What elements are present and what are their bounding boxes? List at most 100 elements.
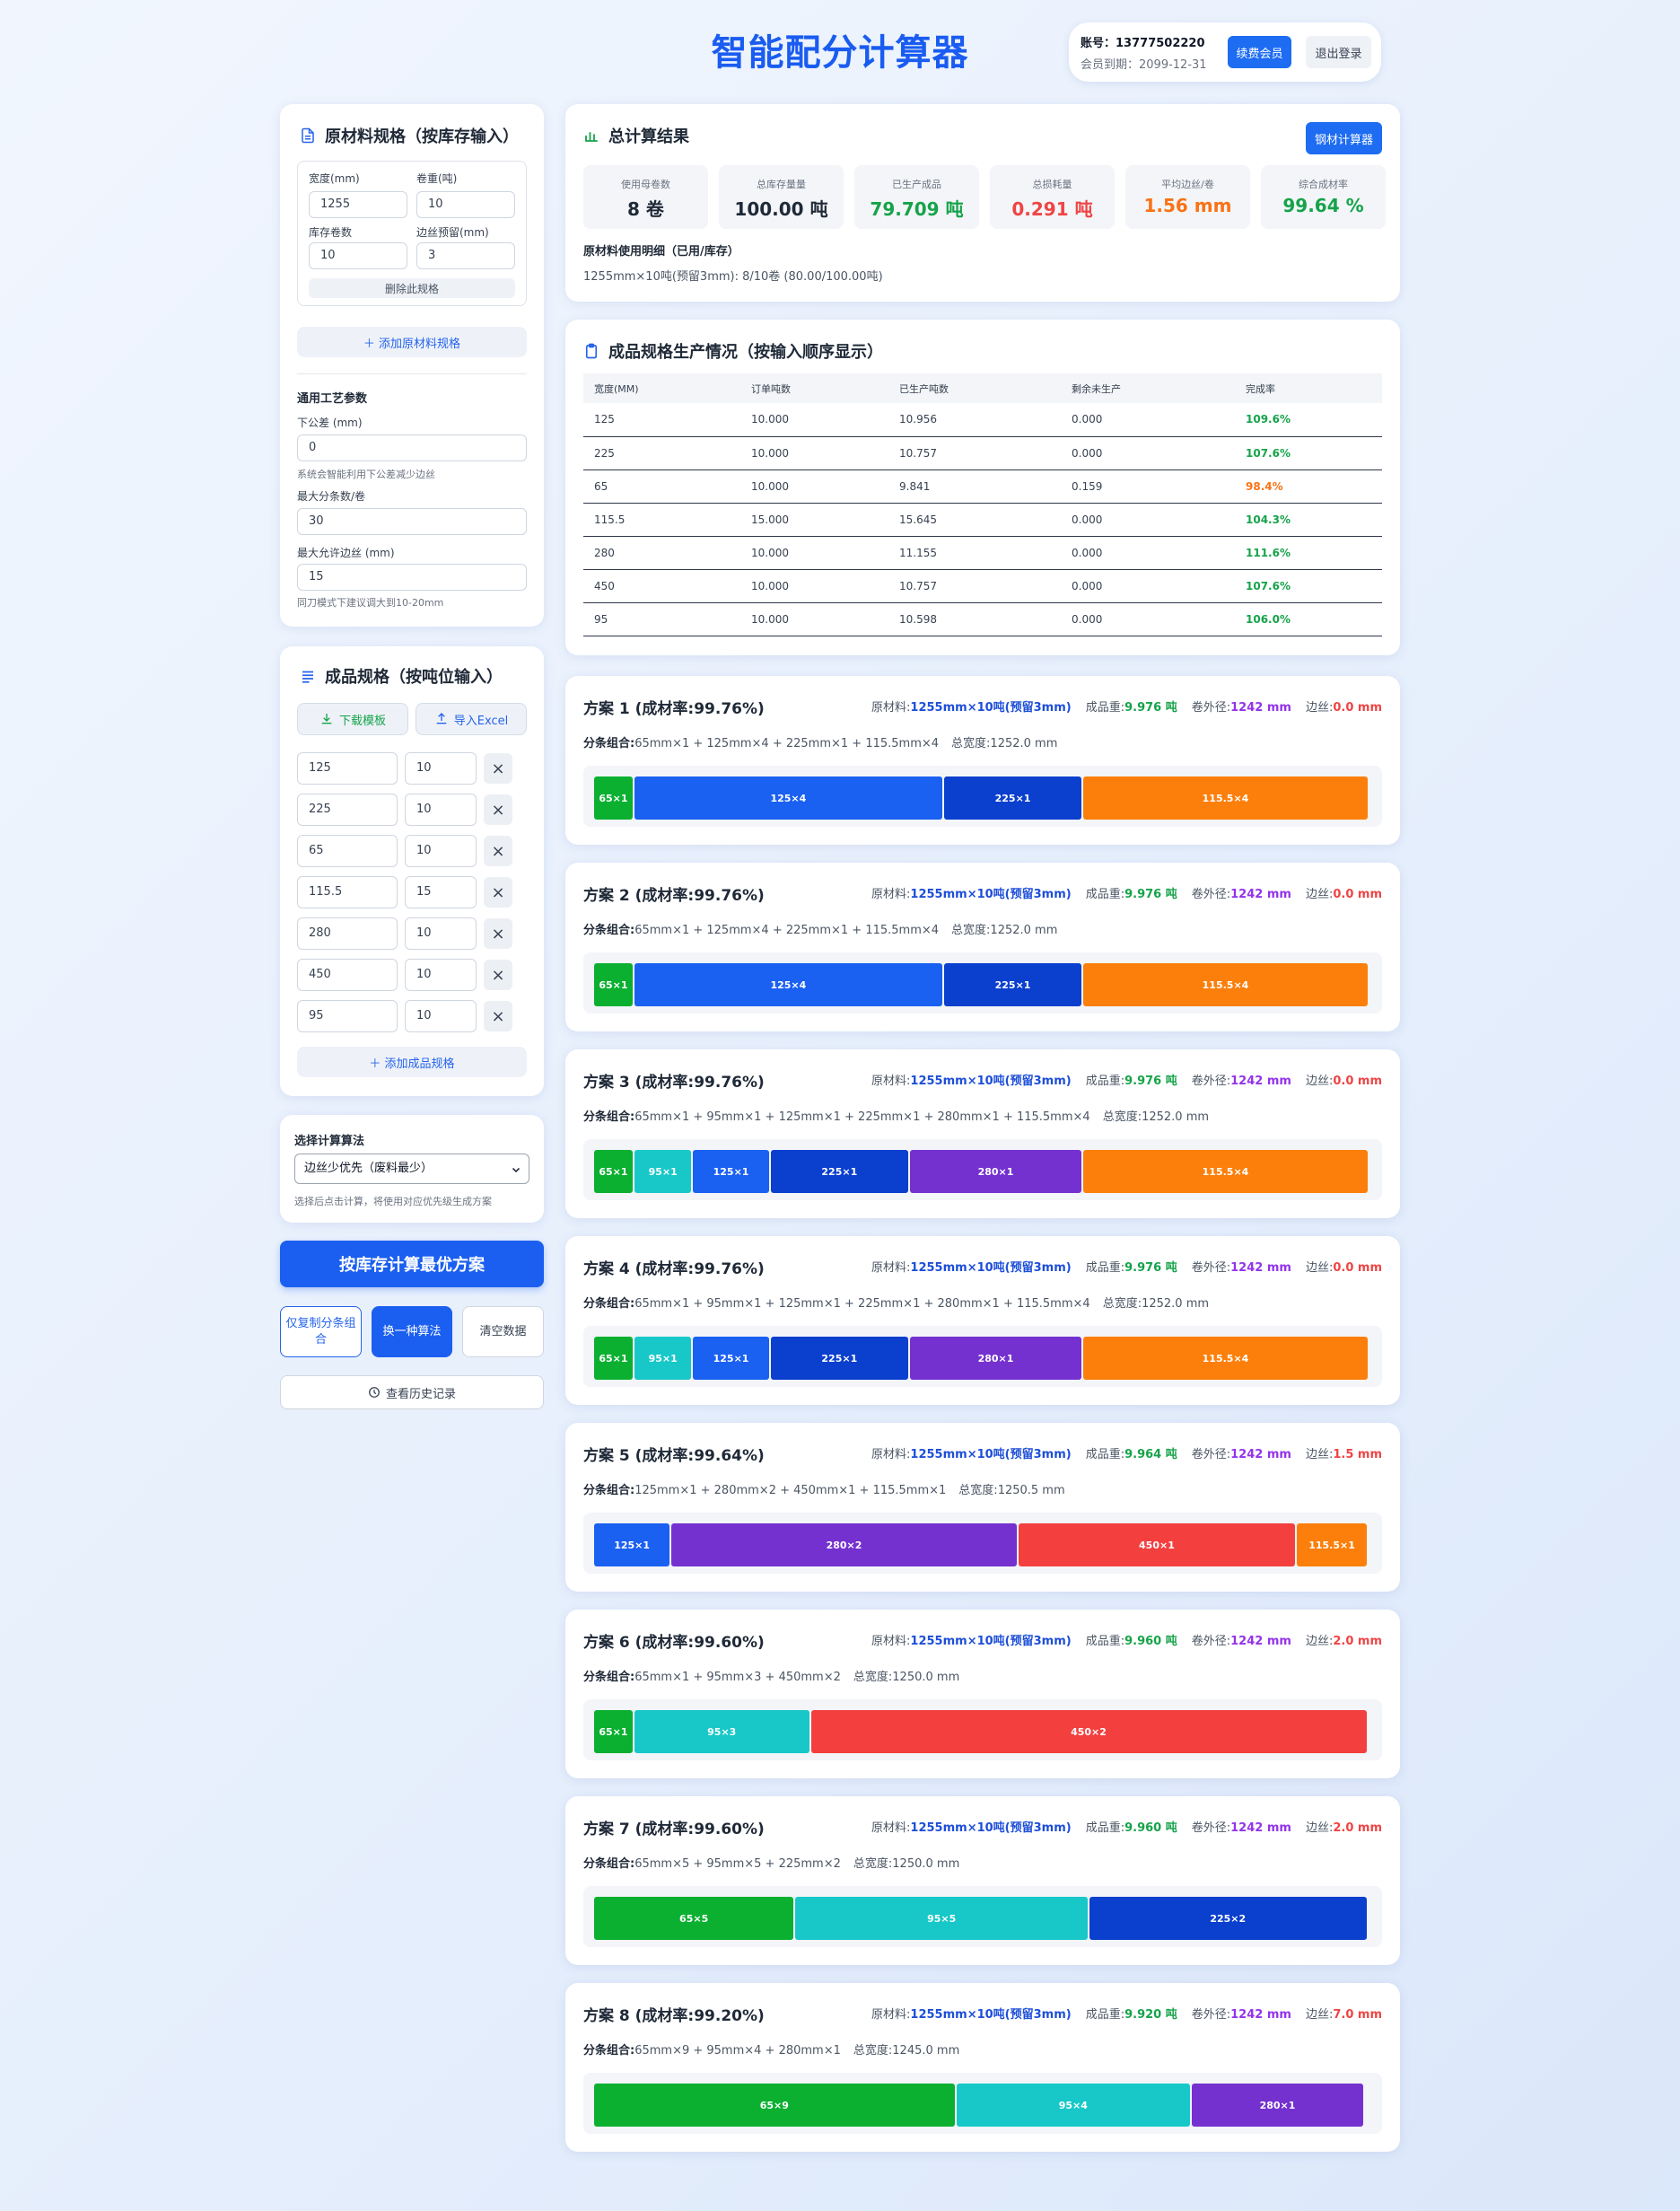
- plan-title: 方案 7 (成材率:99.60%): [583, 1821, 765, 1838]
- raw-stock-input[interactable]: 10: [309, 242, 407, 269]
- history-button[interactable]: 查看历史记录: [280, 1375, 544, 1409]
- plan-combo-value: 65mm×1 + 125mm×4 + 225mm×1 + 115.5mm×4: [634, 924, 940, 937]
- raw-margin-input[interactable]: 3: [416, 242, 515, 269]
- clear-data-button[interactable]: 清空数据: [462, 1306, 544, 1357]
- product-tonnage-input[interactable]: 10: [405, 752, 477, 785]
- steel-calculator-button[interactable]: 钢材计算器: [1306, 122, 1382, 154]
- product-width-input[interactable]: 225: [297, 794, 398, 826]
- plan-total-label: 总宽度:: [1102, 1297, 1142, 1311]
- delete-spec-button[interactable]: 删除此规格: [309, 278, 515, 298]
- stat-label: 总库存量量: [757, 179, 806, 190]
- account-info: 账号：13777502220: [1081, 33, 1205, 50]
- product-tonnage-input[interactable]: 10: [405, 959, 477, 991]
- remove-product-button[interactable]: ×: [484, 960, 512, 990]
- algorithm-select[interactable]: 边丝少优先（废料最少）: [294, 1154, 529, 1184]
- table-row: 125 10.000 10.956 0.000 109.6%: [583, 403, 1382, 437]
- plan-meta: 原材料:1255mm×10吨(预留3mm) 成品重:9.960 吨卷外径:1242…: [871, 1818, 1382, 1835]
- product-width-input[interactable]: 95: [297, 1000, 398, 1032]
- plan-segment: 280×1: [1191, 2084, 1364, 2127]
- plan-card: 方案 3 (成材率:99.76%) 原材料:1255mm×10吨(预留3mm) 成品…: [565, 1049, 1400, 1218]
- plan-meta-label: 卷外径:: [1191, 1448, 1231, 1461]
- plan-combo-label: 分条组合:: [583, 2044, 635, 2057]
- plan-card: 方案 2 (成材率:99.76%) 原材料:1255mm×10吨(预留3mm) 成品…: [565, 863, 1400, 1031]
- download-template-button[interactable]: 下载模板: [297, 703, 408, 735]
- plan-meta-label: 成品重:: [1085, 1075, 1125, 1088]
- plan-edge-value: 0.0 mm: [1333, 701, 1382, 715]
- stat-box: 使用母卷数 8 卷: [583, 165, 708, 229]
- product-width-input[interactable]: 125: [297, 752, 398, 785]
- table-cell: 225: [583, 436, 740, 470]
- clock-icon: [369, 1387, 380, 1398]
- production-table: 宽度(MM) 订单吨数 已生产吨数 剩余未生产 完成率 125 10.000 10.956 0…: [583, 373, 1382, 636]
- production-table-body: 125 10.000 10.956 0.000 109.6% 225 10.000 10.75…: [583, 403, 1382, 636]
- plan-weight-value: 9.960 吨: [1124, 1821, 1177, 1835]
- product-tonnage-input[interactable]: 15: [405, 876, 477, 908]
- plan-bar: 65×1 125×4 225×1 115.5×4: [583, 766, 1382, 827]
- list-icon: [302, 671, 313, 683]
- remove-product-button[interactable]: ×: [484, 918, 512, 949]
- tolerance-input[interactable]: 0: [297, 434, 527, 461]
- stat-value: 99.64 %: [1282, 195, 1364, 216]
- calculate-button[interactable]: 按库存计算最优方案: [280, 1241, 544, 1287]
- plan-title: 方案 3 (成材率:99.76%): [583, 1074, 765, 1092]
- expire-label: 会员到期：: [1081, 58, 1140, 72]
- table-cell: 125: [583, 403, 740, 437]
- table-cell: 98.4%: [1235, 469, 1382, 504]
- plan-meta-label: 边丝:: [1305, 701, 1334, 715]
- product-width-input[interactable]: 115.5: [297, 876, 398, 908]
- plan-segment: 225×1: [770, 1150, 908, 1193]
- logout-button[interactable]: 退出登录: [1306, 36, 1371, 68]
- stat-box: 综合成材率 99.64 %: [1261, 165, 1386, 229]
- plan-meta-label: 边丝:: [1305, 1635, 1334, 1648]
- plan-bar: 65×1 95×1 125×1 225×1 280×1 115.5×4: [583, 1326, 1382, 1387]
- plan-segment: 65×9: [594, 2084, 955, 2127]
- history-label: 查看历史记录: [385, 1387, 456, 1401]
- product-tonnage-input[interactable]: 10: [405, 794, 477, 826]
- remove-product-button[interactable]: ×: [484, 836, 512, 866]
- column-header: 宽度(MM): [583, 373, 740, 403]
- import-excel-button[interactable]: 导入Excel: [416, 703, 527, 735]
- product-tonnage-input[interactable]: 10: [405, 1000, 477, 1032]
- max-edge-input[interactable]: 15: [297, 564, 527, 591]
- plan-edge-value: 2.0 mm: [1333, 1821, 1382, 1835]
- plan-meta-label: 原材料:: [871, 888, 911, 901]
- product-width-input[interactable]: 450: [297, 959, 398, 991]
- renew-button[interactable]: 续费会员: [1228, 36, 1291, 68]
- plan-weight-value: 9.920 吨: [1124, 2008, 1177, 2022]
- product-width-input[interactable]: 280: [297, 917, 398, 950]
- plan-combo-label: 分条组合:: [583, 1484, 635, 1497]
- remove-product-button[interactable]: ×: [484, 794, 512, 825]
- plan-meta-label: 卷外径:: [1191, 888, 1231, 901]
- remove-product-button[interactable]: ×: [484, 1001, 512, 1031]
- table-cell: 10.757: [888, 436, 1061, 470]
- production-title: 成品规格生产情况（按输入顺序显示）: [583, 339, 883, 363]
- plan-raw-value: 1255mm×10吨(预留3mm): [910, 1075, 1072, 1088]
- table-cell: 10.000: [740, 436, 888, 470]
- plan-card: 方案 6 (成材率:99.60%) 原材料:1255mm×10吨(预留3mm) 成品…: [565, 1610, 1400, 1778]
- raw-width-input[interactable]: 1255: [309, 191, 407, 218]
- stat-box: 已生产成品 79.709 吨: [854, 165, 979, 229]
- max-split-input[interactable]: 30: [297, 508, 527, 535]
- remove-product-button[interactable]: ×: [484, 753, 512, 784]
- add-product-spec-button[interactable]: ＋ 添加成品规格: [297, 1047, 527, 1077]
- copy-combo-button[interactable]: 仅复制分条组合: [280, 1306, 362, 1357]
- raw-weight-input[interactable]: 10: [416, 191, 515, 218]
- plan-bar: 125×1 280×2 450×1 115.5×1: [583, 1513, 1382, 1574]
- product-width-input[interactable]: 65: [297, 835, 398, 867]
- plan-outer-value: 1242 mm: [1230, 1261, 1291, 1275]
- plan-meta-label: 原材料:: [871, 2008, 911, 2022]
- plan-combo-label: 分条组合:: [583, 737, 635, 750]
- plan-meta-label: 边丝:: [1305, 1261, 1334, 1275]
- plan-meta-label: 成品重:: [1085, 888, 1125, 901]
- remove-product-button[interactable]: ×: [484, 877, 512, 908]
- stat-value: 8 卷: [627, 198, 664, 220]
- product-tonnage-input[interactable]: 10: [405, 835, 477, 867]
- table-cell: 10.000: [740, 469, 888, 504]
- product-tonnage-input[interactable]: 10: [405, 917, 477, 950]
- plan-title: 方案 4 (成材率:99.76%): [583, 1260, 765, 1278]
- algorithm-hint: 选择后点击计算，将使用对应优先级生成方案: [294, 1196, 492, 1207]
- add-raw-spec-button[interactable]: ＋ 添加原材料规格: [297, 327, 527, 357]
- plan-meta-label: 成品重:: [1085, 701, 1125, 715]
- switch-algorithm-button[interactable]: 换一种算法: [372, 1306, 452, 1357]
- plan-combo-label: 分条组合:: [583, 1857, 635, 1871]
